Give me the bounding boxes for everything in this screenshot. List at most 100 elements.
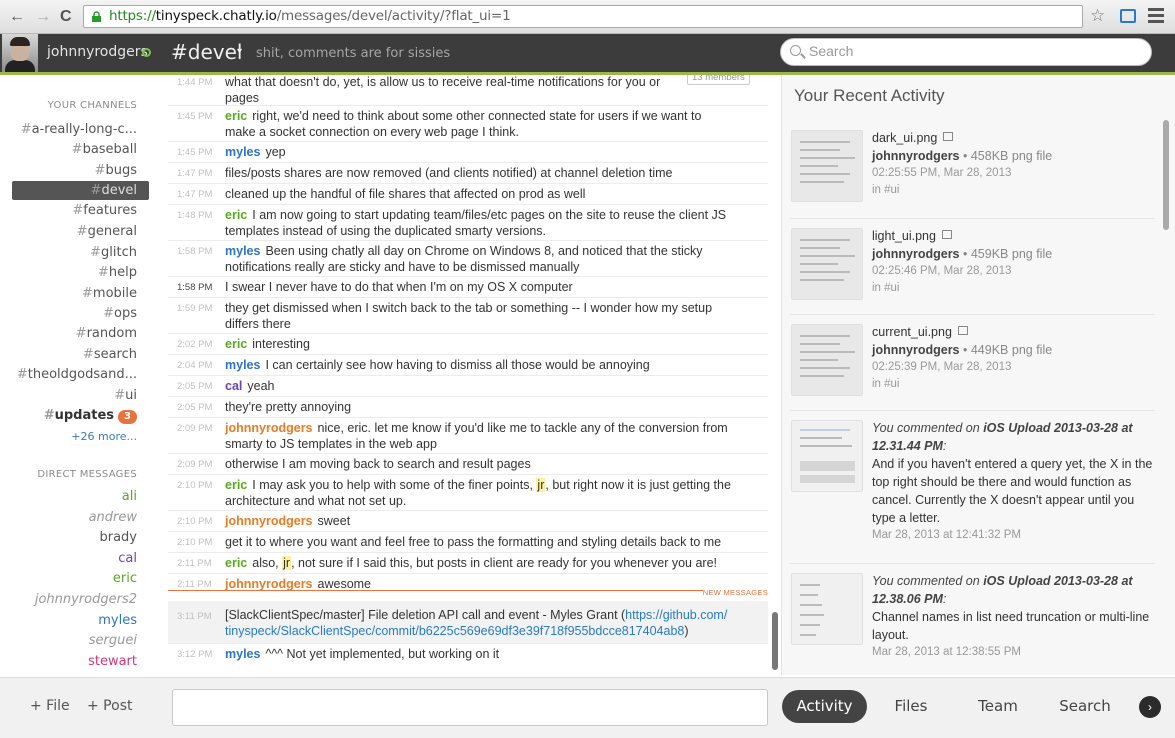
dm-item[interactable]: brady bbox=[99, 530, 137, 546]
file-channel[interactable]: in #ui bbox=[872, 182, 1157, 199]
commit-link[interactable]: https://github.com/ bbox=[625, 608, 727, 622]
forward-arrow-icon[interactable]: → bbox=[35, 8, 51, 26]
reload-icon[interactable]: C bbox=[60, 8, 72, 26]
sidebar-item-channel[interactable]: #mobile bbox=[82, 286, 137, 302]
user-mention[interactable]: jr bbox=[282, 556, 292, 570]
chevron-right-icon[interactable]: › bbox=[1139, 696, 1161, 718]
message-list[interactable]: 1:44 PM what that doesn't do, yet, is al… bbox=[168, 75, 771, 675]
message-author[interactable]: eric bbox=[225, 208, 247, 222]
message-author[interactable]: eric bbox=[225, 556, 247, 570]
sidebar-item-channel[interactable]: #features bbox=[72, 203, 137, 219]
address-bar[interactable]: https://tinyspeck.chatly.io/messages/dev… bbox=[83, 5, 1083, 28]
message-author[interactable]: johnnyrodgers bbox=[225, 514, 313, 528]
file-owner[interactable]: johnnyrodgers bbox=[872, 149, 960, 163]
message-author[interactable]: eric bbox=[225, 478, 247, 492]
message-row: 1:47 PM cleaned up the handful of file s… bbox=[168, 183, 768, 204]
sidebar-item-channel[interactable]: #theoldgodsand... bbox=[17, 367, 137, 383]
message-timestamp: 1:47 PM bbox=[177, 189, 213, 200]
commit-link-cont[interactable]: tinyspeck/SlackClientSpec/commit/b6225c5… bbox=[225, 624, 684, 638]
sidebar-item-channel[interactable]: #random bbox=[76, 326, 137, 342]
message-author[interactable]: myles bbox=[225, 358, 260, 372]
dm-item[interactable]: johnnyrodgers2 bbox=[35, 592, 137, 608]
sidebar-item-channel[interactable]: #baseball bbox=[72, 142, 137, 158]
dm-item[interactable]: serguei bbox=[89, 633, 137, 649]
message-text: yep bbox=[265, 145, 286, 159]
file-channel[interactable]: in #ui bbox=[872, 280, 1157, 297]
file-thumbnail[interactable] bbox=[791, 324, 863, 396]
sidebar-item-channel[interactable]: #general bbox=[77, 224, 137, 240]
dm-item[interactable]: cal bbox=[118, 551, 137, 567]
dm-item[interactable]: eric bbox=[113, 571, 137, 587]
message-author[interactable]: myles bbox=[225, 647, 260, 661]
url-scheme: https:// bbox=[109, 8, 156, 24]
avatar[interactable] bbox=[2, 34, 38, 72]
sidebar-item-channel[interactable]: #ops bbox=[103, 306, 137, 322]
activity-file-item[interactable]: current_ui.png johnnyrodgers • 449KB png… bbox=[790, 314, 1155, 410]
channel-title[interactable]: #devel bbox=[171, 40, 242, 64]
external-link-icon[interactable] bbox=[941, 230, 952, 239]
external-link-icon[interactable] bbox=[943, 132, 954, 141]
chevron-down-icon[interactable]: ▾ bbox=[237, 46, 242, 57]
dm-item[interactable]: stewart bbox=[88, 654, 137, 670]
comment-thumbnail[interactable] bbox=[791, 573, 863, 645]
activity-comment-item[interactable]: You commented on iOS Upload 2013-03-28 a… bbox=[790, 563, 1155, 675]
message-row: 2:02 PM eric interesting bbox=[168, 333, 768, 354]
tab-activity[interactable]: Activity bbox=[782, 690, 867, 723]
add-post-button[interactable]: + Post bbox=[87, 698, 132, 714]
sidebar-item-channel[interactable]: #bugs bbox=[95, 163, 137, 179]
activity-file-item[interactable]: dark_ui.png johnnyrodgers • 458KB png fi… bbox=[790, 121, 1155, 217]
dm-item[interactable]: myles bbox=[98, 613, 137, 629]
dm-item[interactable]: ali bbox=[122, 489, 137, 505]
sidebar-item-channel-unread[interactable]: #updates 3 bbox=[44, 408, 137, 424]
message-timestamp: 2:02 PM bbox=[177, 339, 213, 350]
message-text: ) bbox=[684, 624, 689, 638]
message-author[interactable]: cal bbox=[225, 379, 242, 393]
message-row: 1:45 PM myles yep bbox=[168, 141, 768, 162]
message-author[interactable]: eric bbox=[225, 109, 247, 123]
message-row: 1:58 PM myles Been using chatly all day o… bbox=[168, 240, 768, 276]
more-channels-link[interactable]: +26 more... bbox=[71, 430, 137, 443]
sidebar-item-channel[interactable]: #a-really-long-c... bbox=[21, 122, 137, 138]
lock-icon bbox=[92, 11, 101, 22]
search-input[interactable] bbox=[809, 43, 1139, 59]
file-name[interactable]: current_ui.png bbox=[872, 325, 952, 339]
activity-file-item[interactable]: light_ui.png johnnyrodgers • 459KB png f… bbox=[790, 218, 1155, 314]
message-author[interactable]: eric bbox=[225, 337, 247, 351]
extension-icon[interactable] bbox=[1120, 9, 1136, 23]
message-scrollbar[interactable] bbox=[772, 612, 778, 670]
message-input[interactable] bbox=[172, 689, 768, 726]
message-timestamp: 3:11 PM bbox=[177, 611, 212, 622]
bookmark-star-icon[interactable]: ☆ bbox=[1090, 7, 1105, 25]
back-arrow-icon[interactable]: ← bbox=[9, 8, 25, 26]
message-author[interactable]: johnnyrodgers bbox=[225, 421, 313, 435]
sidebar-item-channel-active[interactable]: #devel bbox=[12, 181, 149, 200]
current-username[interactable]: johnnyrodgers bbox=[47, 44, 148, 60]
file-thumbnail[interactable] bbox=[791, 130, 863, 202]
tab-search[interactable]: Search bbox=[1050, 690, 1120, 723]
activity-scrollbar[interactable] bbox=[1163, 120, 1169, 230]
file-name[interactable]: dark_ui.png bbox=[872, 131, 937, 145]
message-text-cont: make a socket connection on every web pa… bbox=[225, 125, 519, 139]
add-file-button[interactable]: + File bbox=[30, 698, 70, 714]
file-name[interactable]: light_ui.png bbox=[872, 229, 936, 243]
sidebar-item-channel[interactable]: #glitch bbox=[90, 245, 137, 261]
menu-icon[interactable] bbox=[1148, 8, 1164, 24]
file-owner[interactable]: johnnyrodgers bbox=[872, 247, 960, 261]
file-meta: 459KB png file bbox=[970, 247, 1053, 261]
tab-files[interactable]: Files bbox=[880, 690, 942, 723]
sidebar-item-channel[interactable]: #help bbox=[98, 265, 137, 281]
members-badge[interactable]: 13 members bbox=[687, 75, 750, 85]
dm-item[interactable]: andrew bbox=[89, 510, 137, 526]
search-box[interactable] bbox=[780, 38, 1152, 66]
activity-comment-item[interactable]: You commented on iOS Upload 2013-03-28 a… bbox=[790, 410, 1155, 562]
sidebar-item-channel[interactable]: #ui bbox=[114, 388, 137, 404]
file-thumbnail[interactable] bbox=[791, 228, 863, 300]
sidebar-item-channel[interactable]: #search bbox=[83, 347, 137, 363]
file-channel[interactable]: in #ui bbox=[872, 376, 1157, 393]
message-author[interactable]: myles bbox=[225, 145, 260, 159]
message-author[interactable]: myles bbox=[225, 244, 260, 258]
file-owner[interactable]: johnnyrodgers bbox=[872, 343, 960, 357]
tab-team[interactable]: Team bbox=[965, 690, 1031, 723]
external-link-icon[interactable] bbox=[957, 326, 968, 335]
comment-thumbnail[interactable] bbox=[791, 420, 863, 492]
